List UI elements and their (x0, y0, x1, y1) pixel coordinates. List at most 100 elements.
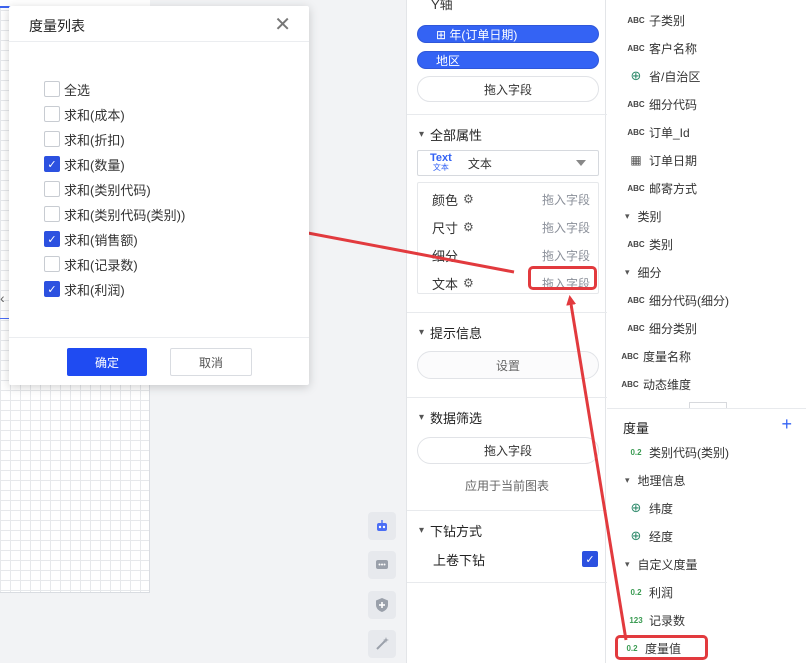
field-group[interactable]: ▾ 类别 (625, 206, 662, 226)
text-type-icon: ABC (621, 379, 639, 389)
field-item[interactable]: ABC 客户名称 (627, 38, 697, 58)
field-item[interactable]: ABC 类别 (627, 234, 673, 254)
field-item[interactable]: ▦ 订单日期 (627, 150, 697, 170)
y-axis-pill-year[interactable]: ⊞ 年(订单日期) (417, 25, 599, 43)
field-item[interactable]: ABC 子类别 (627, 10, 685, 30)
globe-icon: ⊕ (630, 528, 642, 543)
measure-option[interactable]: 求和(成本) (44, 104, 125, 124)
close-icon[interactable]: ✕ (274, 12, 291, 37)
measure-option[interactable]: 求和(记录数) (44, 254, 138, 274)
field-item[interactable]: ABC 细分代码(细分) (627, 290, 729, 310)
chevron-down-icon: ▾ (419, 412, 425, 423)
highlight-measure-values (615, 635, 708, 660)
shield-icon[interactable] (368, 591, 396, 619)
text-type-icon: ABC (627, 15, 645, 25)
measure-option[interactable]: ✓ 求和(销售额) (44, 229, 138, 249)
all-props-title: 全部属性 (430, 128, 483, 143)
chevron-down-icon: ▾ (625, 210, 630, 221)
chevron-down-icon: ▾ (625, 558, 630, 569)
chevron-down-icon: ▾ (625, 266, 630, 277)
measure-list-dialog: 度量列表 ✕ 全选 求和(成本) 求和(折扣) ✓ 求和(数量) 求和(类别代码)… (9, 6, 309, 385)
select-all-option[interactable]: 全选 (44, 79, 90, 99)
y-axis-title: Y轴 (431, 0, 453, 12)
robot-icon[interactable] (368, 512, 396, 540)
measures-title: 度量 (623, 421, 650, 436)
mark-type-select[interactable]: Text 文本 文本 (417, 150, 599, 176)
field-item[interactable]: ABC 细分类别 (627, 318, 697, 338)
highlight-text-drop (528, 266, 597, 290)
tooltip-section[interactable]: ▾ 提示信息 (419, 323, 482, 342)
checkbox[interactable] (44, 206, 60, 222)
measure-item[interactable]: ⊕ 纬度 (627, 498, 673, 518)
field-item[interactable]: ABC 邮寄方式 (627, 178, 697, 198)
measure-option[interactable]: 求和(折扣) (44, 129, 125, 149)
add-measure-icon[interactable]: + (781, 414, 792, 435)
number-type-icon: 0.2 (630, 447, 642, 457)
prop-color-drop[interactable]: 拖入字段 (542, 191, 590, 208)
measure-item[interactable]: 0.2 利润 (627, 582, 673, 602)
field-list-panel: ABC 子类别 ABC 客户名称 ⊕ 省/自治区 ABC 细分代码 ABC 订单_Id ▦… (607, 0, 806, 663)
measure-option[interactable]: 求和(类别代码(类别)) (44, 204, 185, 224)
filter-section[interactable]: ▾ 数据筛选 (419, 408, 482, 427)
filter-drop-zone[interactable]: 拖入字段 (417, 437, 599, 464)
chevron-down-icon: ▾ (419, 327, 425, 338)
checkbox-checked[interactable]: ✓ (44, 231, 60, 247)
prop-detail-drop[interactable]: 拖入字段 (542, 247, 590, 264)
prop-detail[interactable]: 细分 拖入字段 (432, 245, 598, 265)
checkbox[interactable] (44, 81, 60, 97)
tooltip-settings-button[interactable]: 设置 (417, 351, 599, 379)
measure-option[interactable]: ✓ 求和(利润) (44, 279, 125, 299)
drill-title: 下钻方式 (430, 524, 483, 539)
prop-size-drop[interactable]: 拖入字段 (542, 219, 590, 236)
comment-icon[interactable] (368, 551, 396, 579)
field-item[interactable]: ABC 动态维度 (621, 374, 691, 394)
checkbox[interactable] (44, 181, 60, 197)
all-props-section[interactable]: ▾ 全部属性 (419, 125, 482, 144)
text-mark-icon: Text 文本 (430, 152, 452, 173)
measure-group[interactable]: ▾ 自定义度量 (625, 554, 698, 574)
field-item[interactable]: ABC 订单_Id (627, 122, 689, 142)
cancel-button[interactable]: 取消 (170, 348, 252, 376)
text-type-icon: ABC (627, 127, 645, 137)
gear-icon[interactable]: ⚙ (463, 220, 474, 234)
field-item[interactable]: ABC 细分代码 (627, 94, 697, 114)
measure-option[interactable]: 求和(类别代码) (44, 179, 151, 199)
drill-section[interactable]: ▾ 下钻方式 (419, 521, 482, 540)
prop-size[interactable]: 尺寸 ⚙ 拖入字段 (432, 217, 598, 237)
number-type-icon: 0.2 (630, 587, 642, 597)
checkbox[interactable] (44, 256, 60, 272)
text-type-icon: ABC (621, 351, 639, 361)
gear-icon[interactable]: ⚙ (463, 276, 474, 290)
field-item[interactable]: ABC 度量名称 (621, 346, 691, 366)
measure-item[interactable]: ⊕ 经度 (627, 526, 673, 546)
dialog-title: 度量列表 (29, 18, 85, 34)
prop-color[interactable]: 颜色 ⚙ 拖入字段 (432, 189, 598, 209)
globe-icon: ⊕ (630, 500, 642, 515)
confirm-button[interactable]: 确定 (67, 348, 147, 376)
y-axis-drop-zone[interactable]: 拖入字段 (417, 76, 599, 102)
collapse-left-icon[interactable]: ‹ (0, 290, 5, 306)
chevron-down-icon: ▾ (419, 525, 425, 536)
measure-item[interactable]: 0.2 类别代码(类别) (627, 442, 729, 462)
field-group[interactable]: ▾ 细分 (625, 262, 662, 282)
y-axis-pill-region[interactable]: 地区 (417, 51, 599, 69)
gear-icon[interactable]: ⚙ (463, 192, 474, 206)
field-item[interactable]: ⊕ 省/自治区 (627, 66, 701, 86)
checkbox-checked[interactable]: ✓ (44, 281, 60, 297)
measure-group[interactable]: ▾ 地理信息 (625, 470, 686, 490)
chart-config-panel: Y轴 ⊞ 年(订单日期) 地区 拖入字段 ▾ 全部属性 Text 文本 文本 颜… (406, 0, 607, 663)
mark-type-label: 文本 (467, 156, 492, 171)
measure-option[interactable]: ✓ 求和(数量) (44, 154, 125, 174)
globe-icon: ⊕ (630, 68, 642, 83)
checkbox[interactable] (44, 106, 60, 122)
text-type-icon: ABC (627, 323, 645, 333)
drill-checkbox[interactable]: ✓ (582, 551, 598, 567)
tooltip-title: 提示信息 (430, 326, 483, 341)
checkbox-checked[interactable]: ✓ (44, 156, 60, 172)
measure-item[interactable]: 123 记录数 (627, 610, 685, 630)
checkbox[interactable] (44, 131, 60, 147)
text-type-icon: ABC (627, 99, 645, 109)
text-type-icon: ABC (627, 43, 645, 53)
magic-wand-icon[interactable] (368, 630, 396, 658)
apply-to-chart-link[interactable]: 应用于当前图表 (407, 477, 607, 494)
